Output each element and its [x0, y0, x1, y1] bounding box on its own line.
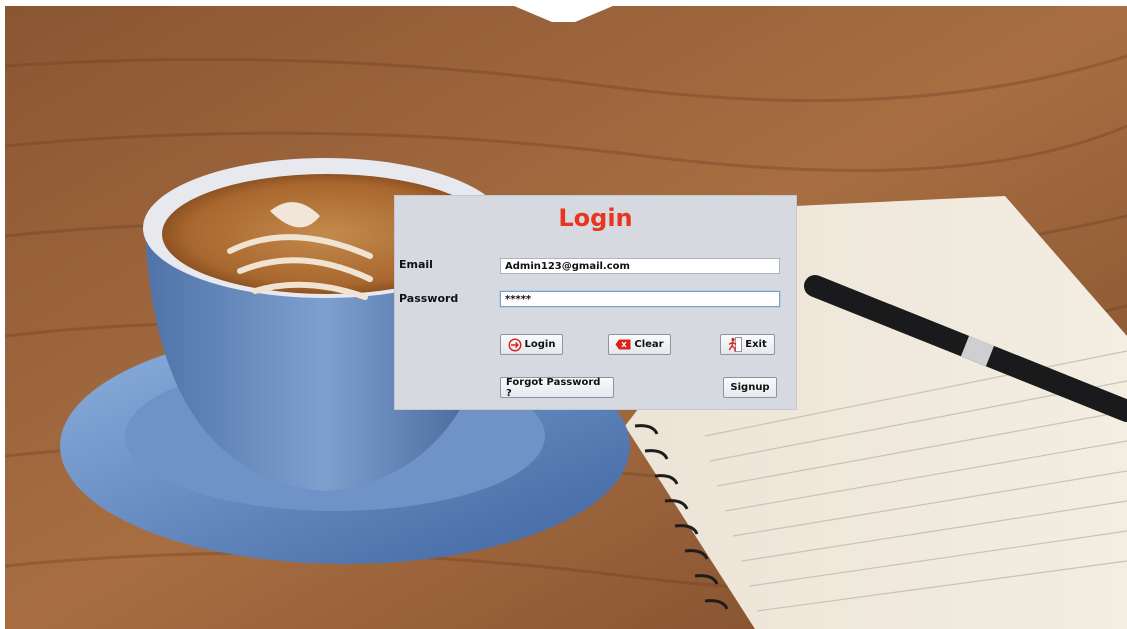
password-label: Password [399, 292, 459, 305]
login-title: Login [558, 204, 633, 232]
clear-button-label: Clear [634, 339, 664, 350]
eraser-icon [615, 339, 631, 350]
clear-button[interactable]: Clear [608, 334, 671, 355]
email-label: Email [399, 258, 433, 271]
login-arrow-icon [508, 337, 522, 352]
exit-button-label: Exit [745, 339, 767, 350]
password-field[interactable] [500, 291, 780, 307]
signup-button[interactable]: Signup [723, 377, 777, 398]
login-button-label: Login [524, 339, 556, 350]
login-button[interactable]: Login [500, 334, 563, 355]
exit-button[interactable]: Exit [720, 334, 775, 355]
login-panel: Login Email Password Login Clear Exit Fo… [394, 195, 797, 410]
exit-runner-icon [728, 337, 743, 352]
forgot-password-button[interactable]: Forgot Password ? [500, 377, 614, 399]
email-field[interactable] [500, 258, 780, 274]
